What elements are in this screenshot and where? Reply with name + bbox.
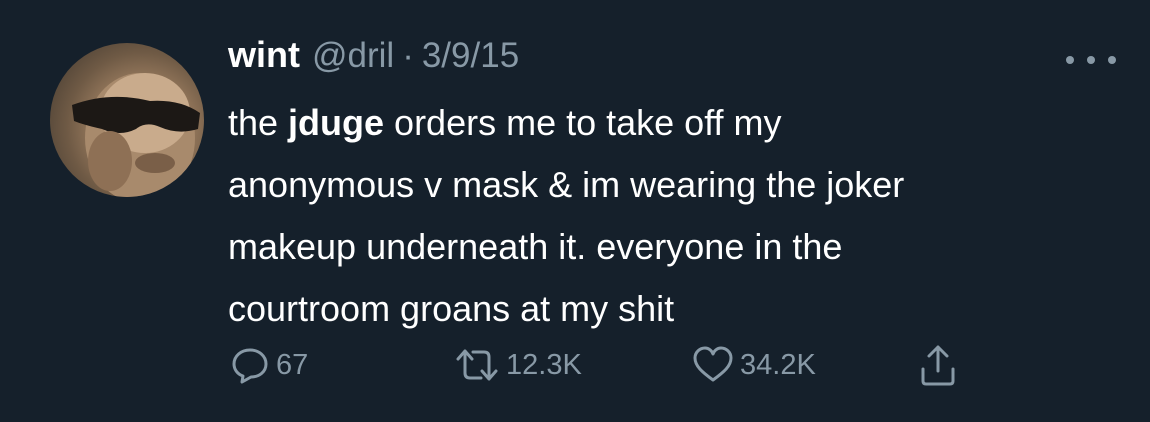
- text-segment: orders me to take off my: [384, 102, 782, 143]
- retweet-button[interactable]: 12.3K: [454, 340, 582, 390]
- text-segment: the: [228, 102, 289, 143]
- author-name[interactable]: wint: [228, 34, 300, 76]
- separator-dot: ·: [402, 36, 414, 75]
- author-handle[interactable]: @dril: [312, 36, 394, 76]
- tweet-text-line-2: anonymous v mask & im wearing the joker: [228, 164, 905, 205]
- share-button[interactable]: [918, 340, 958, 390]
- text-bold-segment: jduge: [288, 102, 385, 143]
- more-horizontal-icon: [1066, 56, 1116, 64]
- avatar[interactable]: [50, 43, 204, 197]
- heart-icon: [693, 346, 733, 382]
- tweet-text: the jduge orders me to take off my anony…: [228, 92, 1128, 340]
- like-count: 34.2K: [740, 348, 816, 381]
- more-options-button[interactable]: [1062, 50, 1120, 70]
- share-icon: [921, 345, 955, 386]
- reply-icon: [232, 348, 268, 384]
- tweet-text-line-1: the jduge orders me to take off my: [228, 92, 1128, 154]
- reply-button[interactable]: 67: [230, 340, 308, 390]
- tweet-header: wint @dril · 3/9/15: [228, 34, 519, 90]
- tweet-card: wint @dril · 3/9/15 the jduge orders me …: [0, 0, 1150, 422]
- tweet-text-line-3: makeup underneath it. everyone in the: [228, 226, 843, 267]
- avatar-photo-icon: [72, 73, 200, 197]
- like-button[interactable]: 34.2K: [692, 340, 816, 390]
- retweet-count: 12.3K: [506, 348, 582, 381]
- tweet-text-line-4: courtroom groans at my shit: [228, 288, 675, 329]
- tweet-actions: 67 12.3K 34.2K: [228, 340, 1028, 390]
- reply-count: 67: [276, 348, 309, 381]
- retweet-icon: [456, 349, 498, 381]
- tweet-date[interactable]: 3/9/15: [422, 36, 519, 76]
